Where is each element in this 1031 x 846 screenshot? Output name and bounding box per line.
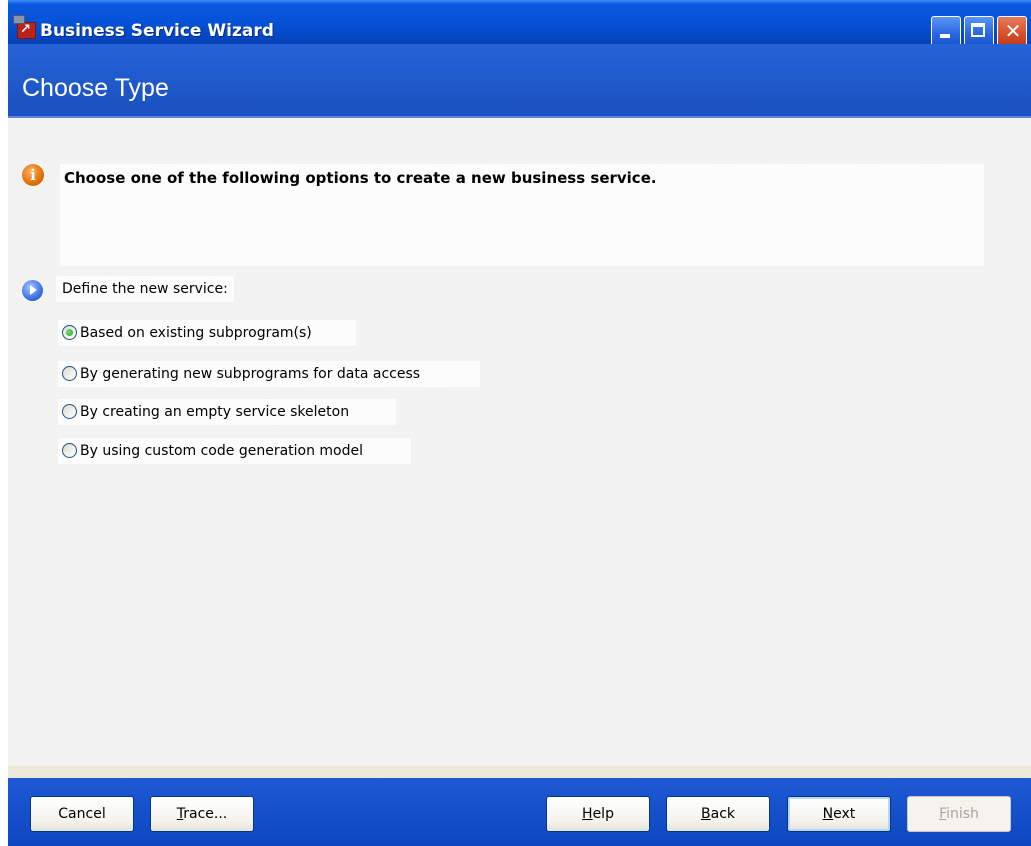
- radio-button[interactable]: [62, 325, 77, 340]
- minimize-icon: [940, 34, 950, 38]
- wizard-banner: Choose Type: [8, 44, 1031, 118]
- finish-label: inish: [946, 806, 979, 822]
- back-button[interactable]: Back: [666, 796, 770, 832]
- title-bar[interactable]: ↗ Business Service Wizard ✕: [8, 0, 1031, 46]
- page-title: Choose Type: [22, 74, 169, 102]
- minimize-button[interactable]: [931, 16, 961, 46]
- back-mnemonic: B: [701, 806, 711, 822]
- option-label: By using custom code generation model: [80, 443, 364, 459]
- help-button[interactable]: Help: [546, 796, 650, 832]
- button-bar: Cancel Trace... Help Back Next Finish: [8, 778, 1031, 846]
- option-label: By generating new subprograms for data a…: [80, 366, 421, 382]
- app-icon: ↗: [13, 15, 36, 39]
- wizard-content: i Choose one of the following options to…: [8, 118, 1031, 766]
- option-label: Based on existing subprogram(s): [80, 325, 312, 341]
- option-existing-subprograms[interactable]: Based on existing subprogram(s): [58, 320, 356, 346]
- finish-button[interactable]: Finish: [907, 796, 1011, 832]
- window-title: Business Service Wizard: [40, 21, 274, 41]
- maximize-icon: [971, 23, 985, 37]
- next-label: ext: [833, 806, 856, 822]
- arrow-right-circle-icon: [22, 280, 43, 301]
- radio-button[interactable]: [62, 404, 77, 419]
- option-empty-skeleton[interactable]: By creating an empty service skeleton: [58, 399, 396, 425]
- radio-button[interactable]: [62, 443, 77, 458]
- info-icon: i: [22, 164, 44, 186]
- cancel-button[interactable]: Cancel: [30, 796, 134, 832]
- help-label: elp: [592, 806, 614, 822]
- trace-button[interactable]: Trace...: [150, 796, 254, 832]
- back-label: ack: [710, 806, 735, 822]
- radio-button[interactable]: [62, 366, 77, 381]
- maximize-button[interactable]: [964, 16, 994, 46]
- section-label: Define the new service:: [56, 276, 234, 302]
- next-mnemonic: N: [822, 806, 834, 822]
- help-mnemonic: H: [582, 806, 593, 822]
- close-button[interactable]: ✕: [997, 16, 1027, 46]
- close-icon: ✕: [1004, 19, 1022, 43]
- wizard-window: ↗ Business Service Wizard ✕ Choose Type …: [8, 0, 1031, 846]
- cancel-label: Cancel: [58, 806, 106, 822]
- option-custom-model[interactable]: By using custom code generation model: [58, 438, 411, 464]
- info-message: Choose one of the following options to c…: [64, 169, 657, 187]
- option-generate-subprograms[interactable]: By generating new subprograms for data a…: [58, 361, 480, 387]
- trace-label: race...: [183, 806, 228, 822]
- footer-separator: [8, 766, 1031, 778]
- option-label: By creating an empty service skeleton: [80, 404, 350, 420]
- next-button[interactable]: Next: [787, 796, 891, 832]
